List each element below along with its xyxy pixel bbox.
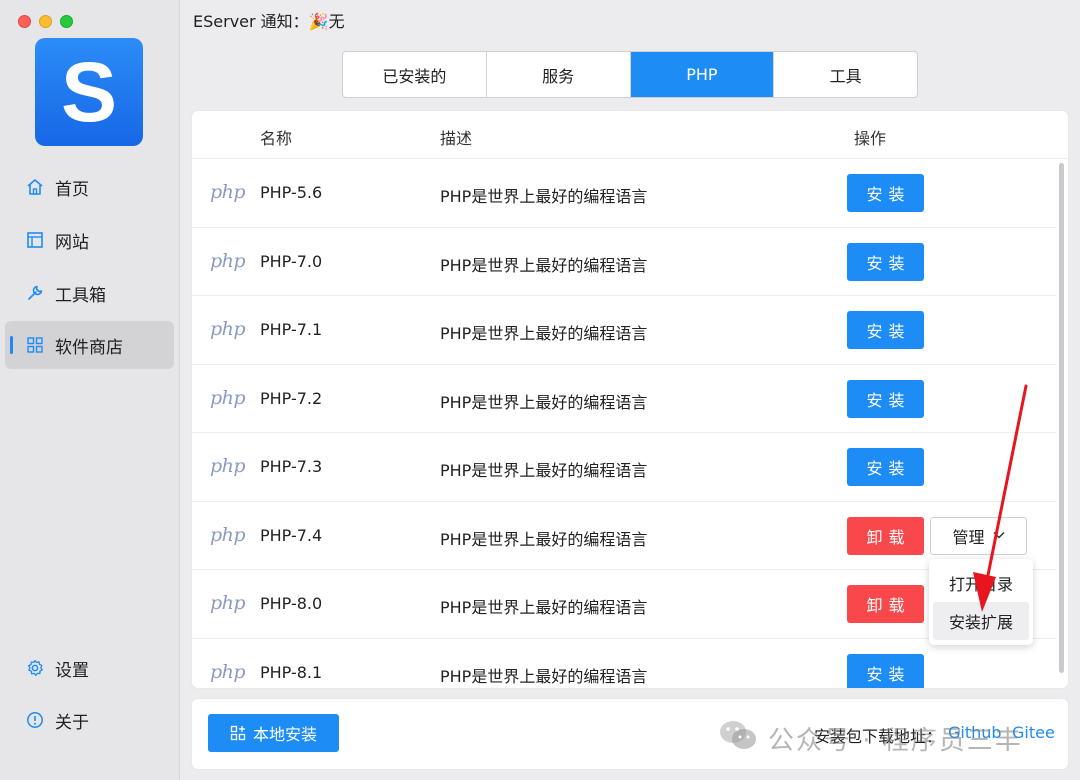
wrench-icon (25, 283, 45, 303)
grid-plus-icon (230, 725, 246, 741)
header-name: 名称 (260, 129, 293, 148)
table-body: php PHP-5.6 PHP是世界上最好的编程语言 安装 php PHP-7.… (192, 159, 1056, 688)
sidebar-item-label: 软件商店 (55, 337, 123, 358)
minimize-window-button[interactable] (39, 15, 52, 28)
sidebar-item-label: 工具箱 (55, 285, 106, 306)
row-name: PHP-7.2 (260, 388, 323, 408)
logo-letter: S (60, 44, 118, 139)
uninstall-button[interactable]: 卸载 (847, 516, 924, 555)
php-logo-icon: php (210, 660, 246, 683)
row-name: PHP-7.3 (260, 457, 323, 476)
sidebar-item-label: 网站 (55, 232, 89, 253)
manage-dropdown-menu: 打开目录 安装扩展 (929, 559, 1033, 645)
watermark: 公众号 · 程序员三丰 (718, 718, 1023, 759)
manage-dropdown-button[interactable]: 管理 (930, 516, 1027, 555)
sidebar-item-home[interactable]: 首页 (5, 163, 174, 211)
php-logo-icon: php (210, 386, 246, 409)
install-button[interactable]: 安装 (847, 242, 924, 281)
row-name: PHP-5.6 (260, 183, 323, 202)
notification-bar: EServer 通知：🎉无 (193, 8, 345, 32)
notice-value: 🎉无 (308, 12, 345, 31)
tab-php[interactable]: PHP (630, 52, 775, 97)
row-description: PHP是世界上最好的编程语言 (440, 255, 648, 275)
manage-label: 管理 (952, 527, 985, 547)
watermark-text: 公众号 · 程序员三丰 (768, 726, 1023, 756)
local-install-button[interactable]: 本地安装 (208, 714, 339, 752)
zoom-window-button[interactable] (60, 15, 73, 28)
php-logo-icon: php (210, 523, 246, 546)
uninstall-button[interactable]: 卸载 (847, 585, 924, 623)
php-logo-icon: php (210, 181, 246, 203)
sidebar-item-label: 首页 (55, 179, 89, 200)
row-description: PHP是世界上最好的编程语言 (440, 392, 648, 412)
row-description: PHP是世界上最好的编程语言 (440, 461, 648, 480)
row-description: PHP是世界上最好的编程语言 (440, 529, 648, 549)
sidebar-item-settings[interactable]: 设置 (5, 644, 174, 692)
notice-label: EServer 通知： (193, 12, 309, 31)
chevron-down-icon (992, 528, 1005, 543)
tab-installed[interactable]: 已安装的 (343, 52, 487, 97)
category-tabs: 已安装的 服务 PHP 工具 (342, 51, 918, 98)
php-logo-icon: php (210, 318, 246, 340)
row-description: PHP是世界上最好的编程语言 (440, 187, 648, 206)
sidebar-item-about[interactable]: 关于 (5, 696, 174, 744)
table-row: php PHP-7.1 PHP是世界上最好的编程语言 安装 (192, 296, 1056, 365)
table-row: php PHP-7.4 PHP是世界上最好的编程语言 卸载 管理 (192, 502, 1056, 570)
php-logo-icon: php (210, 249, 246, 272)
menu-item-install-extension[interactable]: 安装扩展 (933, 602, 1029, 640)
info-icon (25, 710, 45, 730)
install-button[interactable]: 安装 (847, 653, 924, 688)
row-name: PHP-8.0 (260, 594, 323, 613)
sidebar-item-toolbox[interactable]: 工具箱 (5, 269, 174, 317)
header-description: 描述 (440, 129, 473, 148)
home-icon (25, 177, 45, 197)
install-button[interactable]: 安装 (847, 174, 924, 212)
php-logo-icon: php (210, 455, 246, 477)
tab-tools[interactable]: 工具 (774, 52, 917, 97)
row-name: PHP-7.1 (260, 320, 323, 339)
sidebar-item-label: 关于 (55, 712, 89, 733)
row-name: PHP-8.1 (260, 662, 323, 682)
sidebar: S 首页 网站 工具箱 软件商店 设置 关于 (0, 0, 180, 780)
php-logo-icon: php (210, 592, 246, 614)
table-row: php PHP-5.6 PHP是世界上最好的编程语言 安装 (192, 159, 1056, 228)
row-name: PHP-7.0 (260, 251, 323, 271)
table-row: php PHP-8.1 PHP是世界上最好的编程语言 安装 (192, 639, 1056, 688)
row-description: PHP是世界上最好的编程语言 (440, 598, 648, 617)
window-controls (18, 15, 73, 28)
header-action: 操作 (854, 129, 887, 148)
row-description: PHP是世界上最好的编程语言 (440, 666, 648, 686)
row-description: PHP是世界上最好的编程语言 (440, 324, 648, 343)
tab-services[interactable]: 服务 (487, 52, 631, 97)
local-install-label: 本地安装 (252, 725, 317, 744)
table-header: 名称 描述 操作 (192, 111, 1068, 159)
table-row: php PHP-8.0 PHP是世界上最好的编程语言 卸载 (192, 570, 1056, 639)
app-logo: S (35, 38, 143, 146)
sidebar-item-label: 设置 (55, 660, 89, 681)
gear-icon (25, 658, 45, 678)
close-window-button[interactable] (18, 15, 31, 28)
table-row: php PHP-7.2 PHP是世界上最好的编程语言 安装 (192, 365, 1056, 433)
row-name: PHP-7.4 (260, 525, 323, 545)
table-row: php PHP-7.0 PHP是世界上最好的编程语言 安装 (192, 228, 1056, 296)
table-row: php PHP-7.3 PHP是世界上最好的编程语言 安装 (192, 433, 1056, 502)
website-icon (25, 230, 45, 250)
install-button[interactable]: 安装 (847, 448, 924, 486)
install-button[interactable]: 安装 (847, 311, 924, 349)
wechat-icon (718, 718, 758, 759)
grid-icon (25, 335, 45, 355)
sidebar-item-website[interactable]: 网站 (5, 216, 174, 264)
sidebar-item-software-store[interactable]: 软件商店 (5, 321, 174, 369)
table-scrollbar[interactable] (1059, 163, 1064, 673)
install-button[interactable]: 安装 (847, 379, 924, 418)
menu-item-open-directory[interactable]: 打开目录 (933, 564, 1029, 602)
